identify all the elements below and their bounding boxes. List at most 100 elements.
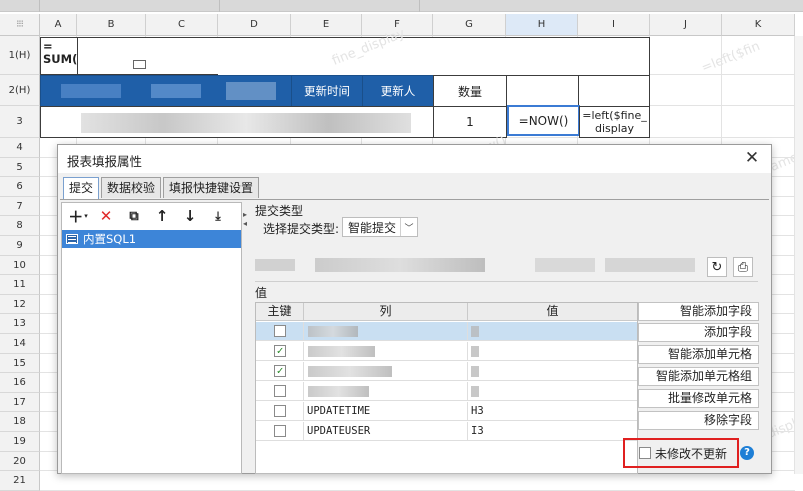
row-header-10[interactable]: 10: [0, 255, 40, 276]
remove-field-button[interactable]: 移除字段: [638, 411, 759, 430]
delete-icon[interactable]: ✕: [96, 206, 116, 226]
column-header-a[interactable]: A: [40, 14, 77, 36]
row-header-16[interactable]: 16: [0, 373, 40, 393]
cell-i3[interactable]: =left($fine_display: [579, 106, 650, 138]
cell-g3[interactable]: 1: [433, 106, 507, 138]
smart-add-field-button[interactable]: 智能添加字段: [638, 302, 759, 321]
column-cell[interactable]: [304, 322, 468, 341]
column-header-k[interactable]: K: [722, 14, 795, 36]
row-header-5[interactable]: 5: [0, 157, 40, 178]
value-cell[interactable]: H3: [468, 402, 637, 421]
smart-add-cell-button[interactable]: 智能添加单元格: [638, 345, 759, 364]
primary-key-checkbox[interactable]: ✓: [274, 345, 286, 357]
table-row[interactable]: ✓: [256, 342, 637, 361]
row-header-2[interactable]: 2(H): [0, 75, 40, 106]
cell-b1-c1[interactable]: [77, 37, 219, 75]
column-header-d[interactable]: D: [218, 14, 291, 36]
batch-modify-cells-button[interactable]: 批量修改单元格: [638, 389, 759, 408]
copy-icon[interactable]: ⧉: [124, 206, 144, 226]
table-selector-blurred[interactable]: [255, 255, 705, 275]
cell-a1[interactable]: = SUM(: [40, 37, 78, 75]
table-row[interactable]: UPDATETIME H3: [256, 402, 637, 421]
row-header-18[interactable]: 18: [0, 412, 40, 432]
column-header-e[interactable]: E: [291, 14, 362, 36]
value-cell[interactable]: [468, 362, 637, 381]
cell-h2[interactable]: [506, 75, 579, 107]
column-cell[interactable]: [304, 382, 468, 401]
tab-content: ＋ ▾ ✕ ⧉ ↑ ↓ ⤓ 内置SQL1 ▸ ◂ 提交类型 选择提交类型: 智能提交…: [60, 199, 769, 475]
row-header-9[interactable]: 9: [0, 236, 40, 256]
row-header-14[interactable]: 14: [0, 334, 40, 354]
value-cell[interactable]: [468, 342, 637, 361]
row-header-15[interactable]: 15: [0, 353, 40, 374]
table-row[interactable]: [256, 382, 637, 401]
row-header-7[interactable]: 7: [0, 196, 40, 217]
value-cell[interactable]: [468, 382, 637, 401]
column-header-j[interactable]: J: [650, 14, 722, 36]
vertical-scrollbar[interactable]: [795, 36, 803, 474]
row-header-4[interactable]: 4: [0, 138, 40, 158]
list-item[interactable]: 内置SQL1: [62, 230, 241, 248]
row-header-19[interactable]: 19: [0, 432, 40, 452]
cell-g2[interactable]: 数量: [433, 75, 507, 107]
row-header-21[interactable]: 21: [0, 471, 40, 491]
column-header-i[interactable]: I: [578, 14, 650, 36]
smart-add-cell-group-button[interactable]: 智能添加单元格组: [638, 367, 759, 386]
column-cell[interactable]: UPDATETIME: [304, 402, 468, 421]
preview-icon[interactable]: ⎙: [733, 257, 753, 277]
col-header-key[interactable]: 主键: [256, 303, 304, 321]
row-header-11[interactable]: 11: [0, 275, 40, 295]
column-cell[interactable]: [304, 362, 468, 381]
cell-i2[interactable]: [578, 75, 650, 107]
add-field-button[interactable]: 添加字段: [638, 323, 759, 342]
help-icon[interactable]: ?: [740, 446, 754, 460]
column-cell[interactable]: UPDATEUSER: [304, 422, 468, 441]
select-all-corner[interactable]: ⁝⁝⁝: [0, 14, 40, 36]
add-icon[interactable]: ＋ ▾: [68, 206, 88, 226]
table-row[interactable]: ✓: [256, 362, 637, 381]
cell-a2-d2[interactable]: [40, 75, 292, 107]
row-header-6[interactable]: 6: [0, 177, 40, 197]
move-down-icon[interactable]: ↓: [180, 206, 200, 226]
submit-type-select[interactable]: 智能提交 ﹀: [342, 217, 418, 237]
column-header-g[interactable]: G: [433, 14, 506, 36]
column-header-b[interactable]: B: [77, 14, 146, 36]
row-header-13[interactable]: 13: [0, 314, 40, 334]
primary-key-checkbox[interactable]: [274, 405, 286, 417]
col-header-column[interactable]: 列: [304, 303, 468, 321]
column-cell[interactable]: [304, 342, 468, 361]
column-header-h[interactable]: H: [506, 14, 578, 36]
row-header-1[interactable]: 1(H): [0, 36, 40, 75]
tab-shortcut-settings[interactable]: 填报快捷键设置: [163, 177, 260, 198]
row-header-17[interactable]: 17: [0, 392, 40, 413]
tab-data-validation[interactable]: 数据校验: [101, 177, 162, 198]
cell-f2[interactable]: 更新人: [362, 75, 434, 107]
move-up-icon[interactable]: ↑: [152, 206, 172, 226]
table-row[interactable]: [256, 322, 637, 341]
cell-h3[interactable]: =NOW(): [507, 105, 580, 136]
tab-submit[interactable]: 提交: [63, 177, 100, 200]
close-icon[interactable]: ✕: [742, 148, 762, 168]
submit-type-label: 选择提交类型:: [263, 222, 340, 236]
primary-key-checkbox[interactable]: [274, 385, 286, 397]
row1-merged[interactable]: [218, 37, 650, 75]
column-header-c[interactable]: C: [146, 14, 218, 36]
primary-key-checkbox[interactable]: [274, 425, 286, 437]
dialog-titlebar[interactable]: 报表填报属性 ✕: [58, 145, 771, 173]
value-cell[interactable]: I3: [468, 422, 637, 441]
primary-key-checkbox[interactable]: ✓: [274, 365, 286, 377]
move-bottom-icon[interactable]: ⤓: [208, 206, 228, 226]
row-header-8[interactable]: 8: [0, 216, 40, 236]
value-cell[interactable]: [468, 322, 637, 341]
table-row[interactable]: UPDATEUSER I3: [256, 422, 637, 441]
row-header-3[interactable]: 3: [0, 106, 40, 138]
row-header-20[interactable]: 20: [0, 451, 40, 472]
primary-key-checkbox[interactable]: [274, 325, 286, 337]
unmodified-no-update-checkbox[interactable]: [639, 447, 651, 459]
row-header-12[interactable]: 12: [0, 294, 40, 315]
cell-e2[interactable]: 更新时间: [291, 75, 363, 107]
redacted-text: [308, 346, 375, 357]
cell-a3-f3[interactable]: [40, 106, 434, 138]
refresh-icon[interactable]: ↻: [707, 257, 727, 277]
col-header-value[interactable]: 值: [468, 303, 637, 321]
